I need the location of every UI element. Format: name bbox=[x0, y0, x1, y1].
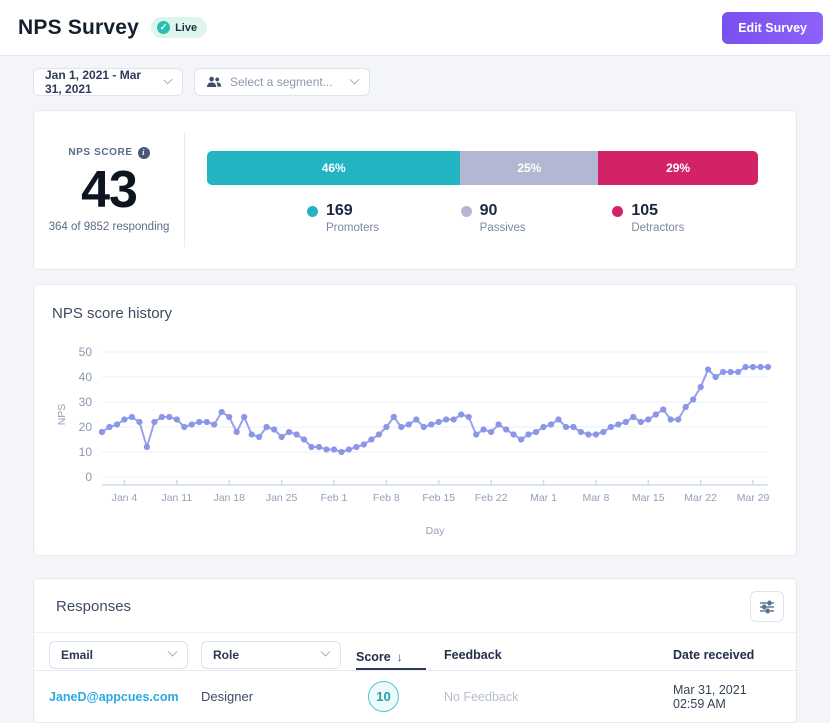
line-chart: 0 10 20 30 40 50 Jan 4 Jan 11 Jan 18 Jan 25 Feb 1 F… bbox=[52, 338, 776, 538]
legend-dot-icon bbox=[612, 206, 623, 217]
column-header-date: Date received bbox=[673, 648, 770, 662]
filter-bar: Jan 1, 2021 - Mar 31, 2021 Select a segm… bbox=[33, 68, 796, 96]
nps-history-chart: 0 10 20 30 40 50 Jan 4 Jan 11 Jan 18 Jan 25 Feb 1 F… bbox=[52, 338, 778, 543]
responses-title: Responses bbox=[56, 598, 131, 615]
info-icon[interactable]: i bbox=[138, 147, 150, 159]
svg-text:Jan 18: Jan 18 bbox=[213, 492, 245, 504]
svg-text:NPS: NPS bbox=[56, 404, 68, 426]
svg-text:30: 30 bbox=[79, 395, 93, 409]
sort-desc-icon: ↓ bbox=[397, 650, 403, 664]
respondent-email-link[interactable]: JaneD@appcues.com bbox=[49, 690, 201, 704]
bar-segment-passives: 25% bbox=[460, 151, 598, 185]
legend-item-passives: 90 Passives bbox=[391, 202, 575, 234]
svg-text:Day: Day bbox=[426, 525, 445, 537]
svg-text:0: 0 bbox=[85, 470, 92, 484]
nps-history-card: NPS score history 0 10 20 30 40 50 Jan 4 Jan 11… bbox=[33, 284, 797, 556]
email-filter-label: Email bbox=[61, 648, 93, 662]
respondent-role: Designer bbox=[201, 689, 356, 704]
chevron-down-icon bbox=[168, 647, 178, 657]
legend-count: 169 bbox=[326, 202, 379, 220]
column-header-score[interactable]: Score ↓ bbox=[356, 639, 426, 670]
date-range-select[interactable]: Jan 1, 2021 - Mar 31, 2021 bbox=[33, 68, 183, 96]
svg-text:Mar 1: Mar 1 bbox=[530, 492, 557, 504]
date-range-value: Jan 1, 2021 - Mar 31, 2021 bbox=[45, 68, 157, 96]
svg-text:10: 10 bbox=[79, 445, 93, 459]
svg-text:40: 40 bbox=[79, 370, 93, 384]
svg-text:Mar 8: Mar 8 bbox=[582, 492, 609, 504]
svg-text:50: 50 bbox=[79, 345, 93, 359]
svg-text:Mar 15: Mar 15 bbox=[632, 492, 665, 504]
role-filter-label: Role bbox=[213, 648, 239, 662]
top-bar: NPS Survey ✓ Live Edit Survey bbox=[0, 0, 830, 56]
column-header-feedback: Feedback bbox=[444, 648, 673, 662]
table-row: JaneD@appcues.com Designer 10 No Feedbac… bbox=[34, 671, 796, 722]
table-settings-button[interactable] bbox=[750, 591, 784, 622]
legend-label: Promoters bbox=[326, 222, 379, 234]
bar-segment-promoters: 46% bbox=[207, 151, 460, 185]
nps-score-card: NPS SCORE i 43 364 of 9852 responding 46… bbox=[33, 110, 797, 270]
history-title: NPS score history bbox=[52, 305, 778, 322]
chevron-down-icon bbox=[321, 647, 331, 657]
legend-label: Detractors bbox=[631, 222, 684, 234]
page-title: NPS Survey bbox=[18, 16, 139, 40]
responses-header-row: Email Role Score ↓ Feedback Date receive… bbox=[34, 633, 796, 671]
svg-text:Feb 8: Feb 8 bbox=[373, 492, 400, 504]
nps-score-value: 43 bbox=[81, 163, 137, 218]
status-badge: ✓ Live bbox=[151, 17, 207, 38]
legend-dot-icon bbox=[307, 206, 318, 217]
sliders-icon bbox=[759, 600, 775, 614]
nps-legend: 169 Promoters 90 Passives 105 Detractors bbox=[207, 202, 758, 234]
email-filter-select[interactable]: Email bbox=[49, 641, 188, 669]
svg-text:Mar 29: Mar 29 bbox=[737, 492, 770, 504]
responding-count: 364 of 9852 responding bbox=[49, 221, 170, 233]
respondent-date: Mar 31, 2021 02:59 AM bbox=[673, 683, 770, 711]
nps-distribution-bar: 46%25%29% bbox=[207, 151, 758, 185]
bar-segment-detractors: 29% bbox=[598, 151, 758, 185]
nps-score-label: NPS SCORE bbox=[68, 147, 132, 158]
svg-text:Jan 4: Jan 4 bbox=[112, 492, 138, 504]
legend-count: 90 bbox=[480, 202, 526, 220]
svg-text:20: 20 bbox=[79, 420, 93, 434]
chevron-down-icon bbox=[350, 74, 360, 84]
svg-text:Jan 11: Jan 11 bbox=[161, 492, 192, 504]
status-badge-label: Live bbox=[175, 22, 197, 34]
chevron-down-icon bbox=[164, 75, 173, 84]
svg-text:Mar 22: Mar 22 bbox=[684, 492, 717, 504]
score-badge: 10 bbox=[368, 681, 399, 712]
svg-text:Feb 1: Feb 1 bbox=[321, 492, 348, 504]
legend-dot-icon bbox=[461, 206, 472, 217]
responses-card: Responses Email Role Score ↓ Feedback Da bbox=[33, 578, 797, 723]
legend-item-promoters: 169 Promoters bbox=[207, 202, 391, 234]
legend-count: 105 bbox=[631, 202, 684, 220]
check-circle-icon: ✓ bbox=[157, 21, 170, 34]
segment-placeholder: Select a segment... bbox=[230, 75, 333, 89]
respondent-feedback: No Feedback bbox=[444, 690, 673, 704]
svg-text:Feb 22: Feb 22 bbox=[475, 492, 508, 504]
svg-text:Jan 25: Jan 25 bbox=[266, 492, 298, 504]
edit-survey-button[interactable]: Edit Survey bbox=[722, 12, 823, 44]
legend-item-detractors: 105 Detractors bbox=[574, 202, 758, 234]
svg-text:Feb 15: Feb 15 bbox=[422, 492, 455, 504]
legend-label: Passives bbox=[480, 222, 526, 234]
segment-select[interactable]: Select a segment... bbox=[194, 68, 370, 96]
users-icon bbox=[206, 76, 222, 88]
role-filter-select[interactable]: Role bbox=[201, 641, 341, 669]
